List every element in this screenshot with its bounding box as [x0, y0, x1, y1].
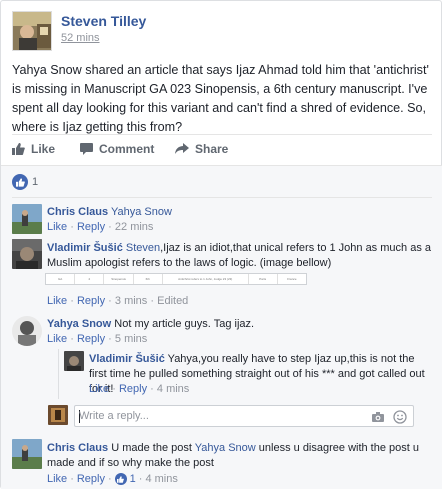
meta-separator: · [108, 295, 112, 307]
comment-button[interactable]: Comment [80, 140, 154, 158]
meta-separator: · [112, 383, 116, 395]
comment-text: U made the post [111, 442, 195, 454]
comment-like-count[interactable]: 1 [130, 473, 136, 485]
commenter-avatar[interactable] [12, 439, 42, 469]
comment-like-link[interactable]: Like [47, 295, 67, 307]
meta-separator: · [70, 473, 74, 485]
reply-avatar[interactable] [64, 351, 84, 371]
commenter-avatar[interactable] [12, 239, 42, 269]
comment-like-link[interactable]: Like [47, 221, 67, 233]
reply-author[interactable]: Vladimir Šušić [89, 353, 165, 365]
post-actions: Like Comment Share [12, 140, 432, 160]
meta-separator: · [70, 333, 74, 345]
meta-separator: · [150, 383, 154, 395]
comment-time[interactable]: 3 mins [115, 295, 147, 307]
comment-body: Vladimir Šušić Steven,Ijaz is an idiot,t… [47, 241, 432, 271]
meta-separator: · [108, 221, 112, 233]
comment-mention[interactable]: Yahya Snow [111, 206, 172, 218]
comment-text: Not my article guys. Tag ijaz. [114, 318, 255, 330]
share-label: Share [195, 142, 229, 156]
comment-icon [80, 143, 93, 155]
post-timestamp[interactable]: 52 mins [61, 32, 100, 44]
comment-like-link[interactable]: Like [47, 473, 67, 485]
comment-image-attachment[interactable]: GA 2 Sinopensis 6th Antichrist refers to… [45, 273, 307, 285]
comment-time[interactable]: 22 mins [115, 221, 154, 233]
comment-meta: Like · Reply · 1 · 4 mins [47, 473, 178, 485]
comment-author[interactable]: Chris Claus [47, 206, 108, 218]
comment-meta: Like · Reply · 22 mins [47, 221, 153, 233]
commenter-avatar[interactable] [12, 204, 42, 234]
meta-separator: · [108, 333, 112, 345]
like-circle-icon [114, 473, 127, 485]
attachment-cell: 2 [75, 274, 105, 284]
comment-edited[interactable]: Edited [157, 295, 188, 307]
comment-reply-link[interactable]: Reply [77, 333, 105, 345]
comment-body: Chris Claus Yahya Snow [47, 205, 427, 220]
author-avatar[interactable] [12, 11, 52, 51]
attachment-cell: GA [46, 274, 76, 284]
comment-author[interactable]: Chris Claus [47, 442, 108, 454]
share-arrow-icon [175, 143, 189, 154]
comment-time[interactable]: 4 mins [145, 473, 177, 485]
comment-time[interactable]: 5 mins [115, 333, 147, 345]
attachment-cell: France [287, 277, 297, 281]
post-text: Yahya Snow shared an article that says I… [12, 63, 429, 134]
comment-body: Chris Claus U made the post Yahya Snow u… [47, 441, 432, 471]
attachment-cell: Sinopensis [104, 274, 134, 284]
comment-label: Comment [99, 142, 155, 156]
like-button[interactable]: Like [12, 140, 55, 158]
commenter-avatar[interactable] [12, 316, 42, 346]
comment-reply-link[interactable]: Reply [77, 473, 105, 485]
reaction-summary[interactable]: 1 [12, 174, 38, 190]
meta-separator: · [107, 473, 112, 485]
reaction-count: 1 [32, 176, 39, 188]
facebook-post: Steven Tilley 52 mins Yahya Snow shared … [0, 0, 442, 489]
reply-thread-line [58, 349, 59, 399]
attachment-cell: Antichrist refers to 1 John, Judge 23 (2… [163, 274, 249, 284]
comment-author[interactable]: Yahya Snow [47, 318, 111, 330]
comment-mention[interactable]: Steven [126, 242, 160, 254]
meta-separator: · [150, 295, 155, 307]
meta-separator: · [70, 221, 74, 233]
camera-icon[interactable] [371, 410, 385, 424]
author-name[interactable]: Steven Tilley [61, 13, 146, 29]
comment-mention[interactable]: Yahya Snow [195, 442, 256, 454]
reply-composer[interactable] [74, 405, 414, 427]
attachment-cell: Paris [249, 274, 278, 284]
comment-body: Yahya Snow Not my article guys. Tag ijaz… [47, 317, 427, 332]
comment-meta: Like · Reply · 5 mins [47, 333, 147, 345]
attachment-cell: 6th [134, 274, 163, 284]
comment-reply-link[interactable]: Reply [77, 295, 105, 307]
divider [12, 197, 432, 198]
comment-like-link[interactable]: Like [47, 333, 67, 345]
reply-input[interactable] [79, 409, 359, 423]
like-label: Like [31, 142, 56, 156]
share-button[interactable]: Share [175, 140, 228, 158]
smiley-icon[interactable] [393, 410, 407, 424]
divider [12, 134, 432, 135]
comment-meta: Like · Reply · 3 mins · Edited [47, 295, 188, 307]
meta-separator: · [70, 295, 74, 307]
composer-avatar [48, 405, 68, 425]
reply-meta: Like · Reply · 4 mins [89, 383, 189, 395]
reply-like-link[interactable]: Like [89, 383, 109, 395]
thumbs-up-icon [12, 143, 25, 155]
comment-author[interactable]: Vladimir Šušić [47, 242, 123, 254]
meta-separator: · [138, 473, 143, 485]
reply-reply-link[interactable]: Reply [119, 383, 147, 395]
like-circle-icon [12, 174, 28, 190]
reply-time[interactable]: 4 mins [157, 383, 189, 395]
comment-reply-link[interactable]: Reply [77, 221, 105, 233]
